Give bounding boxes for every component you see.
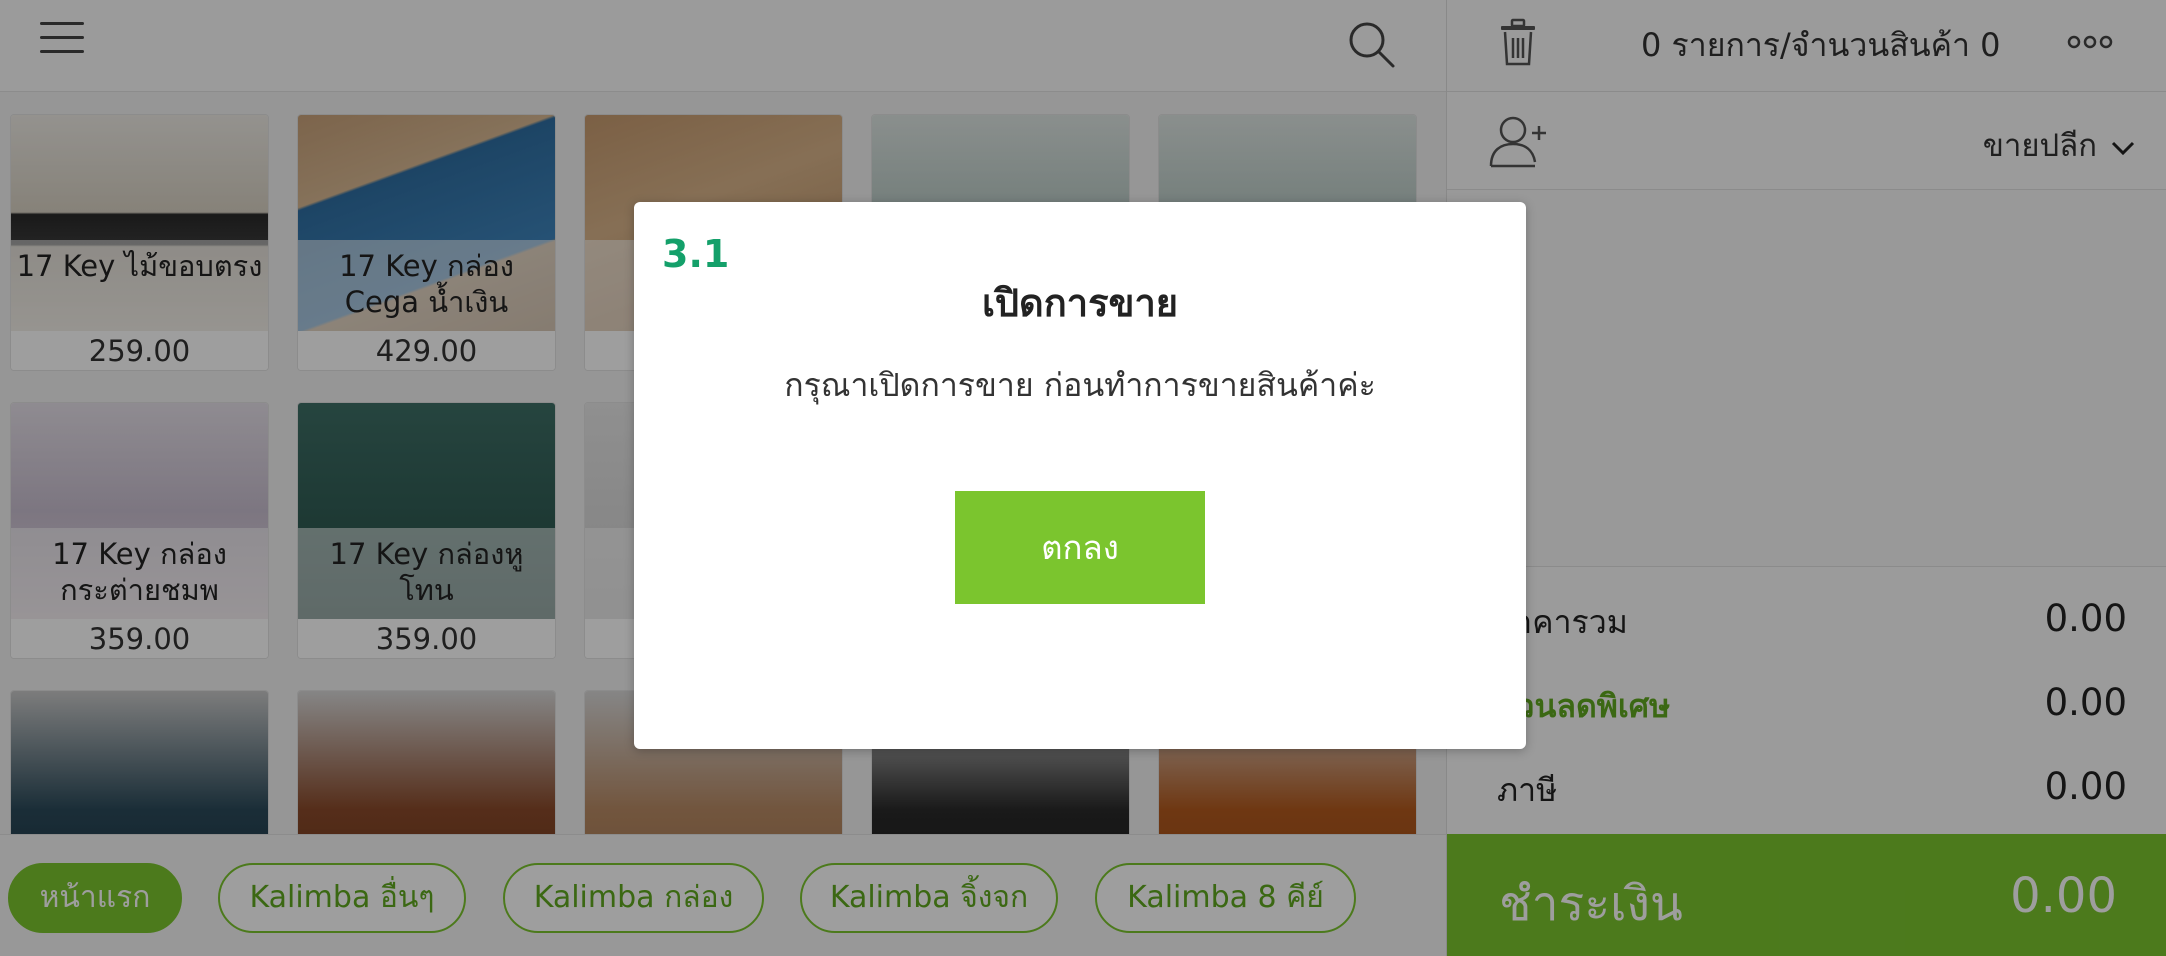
ok-button[interactable]: ตกลง (955, 491, 1205, 604)
version-label: 3.1 (662, 232, 730, 276)
open-sales-dialog: 3.1 เปิดการขาย กรุณาเปิดการขาย ก่อนทำการ… (634, 202, 1526, 749)
dialog-title: เปิดการขาย (981, 281, 1179, 325)
dialog-message: กรุณาเปิดการขาย ก่อนทำการขายสินค้าค่ะ (784, 366, 1376, 404)
